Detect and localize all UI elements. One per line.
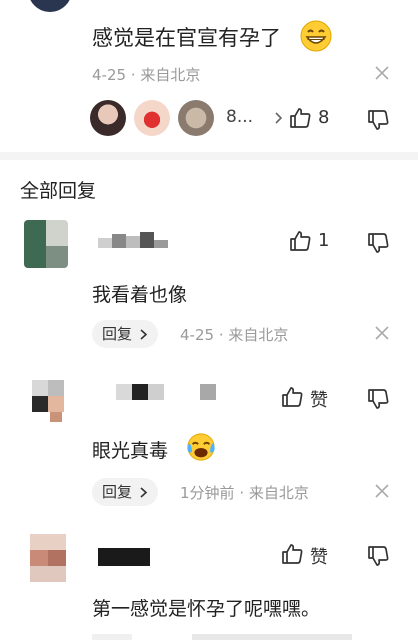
avatar-block: [48, 396, 64, 412]
chevron-right-icon[interactable]: [275, 112, 283, 124]
reactor-more-text: 8...: [226, 107, 254, 127]
chevron-right-icon: [140, 329, 147, 340]
reply-meta: 4-25 · 来自北京: [180, 324, 288, 345]
redact-block: [148, 384, 164, 400]
parent-location: 来自北京: [140, 66, 201, 84]
avatar-block: [50, 412, 62, 422]
parent-like-count-text: 8: [318, 107, 330, 128]
tears-of-joy-icon: [187, 433, 215, 461]
reply-text-content: 我看着也像: [92, 284, 188, 306]
thumbs-up-icon[interactable]: [288, 229, 312, 253]
avatar-block: [48, 380, 64, 396]
reply-location: 来自北京: [248, 484, 309, 502]
chevron-right-icon: [140, 487, 147, 498]
like-label-text: 赞: [310, 547, 328, 568]
avatar-block: [30, 550, 48, 566]
partial-row: [92, 634, 392, 640]
partial-block: [92, 634, 132, 640]
thumbs-down-icon[interactable]: [366, 544, 390, 568]
reply-button-label: 回复: [102, 325, 133, 343]
redact-block: [112, 234, 126, 248]
parent-comment-content: 感觉是在官宣有孕了: [92, 26, 281, 50]
redact-block: [132, 384, 148, 400]
reply-button[interactable]: 回复: [92, 478, 158, 506]
avatar-block: [30, 566, 66, 582]
reactor-avatar-2[interactable]: [134, 100, 170, 136]
redact-block: [154, 240, 168, 248]
grinning-face-icon: [300, 20, 332, 52]
reply-time: 4-25: [180, 326, 215, 344]
reactor-avatar-3[interactable]: [178, 100, 214, 136]
section-title: 全部回复: [20, 176, 96, 203]
parent-meta: 4-25 · 来自北京: [92, 64, 200, 85]
redact-block: [140, 232, 154, 248]
avatar-block: [46, 246, 68, 268]
username-redacted[interactable]: [98, 548, 150, 566]
redact-block: [116, 384, 132, 400]
redact-block: [126, 236, 140, 248]
redact-block: [98, 238, 112, 248]
like-label-text: 赞: [310, 390, 328, 411]
reply-location: 来自北京: [228, 326, 289, 344]
parent-date: 4-25: [92, 66, 127, 84]
reply-text: 第一感觉是怀孕了呢嘿嘿。: [92, 594, 320, 621]
avatar[interactable]: [30, 534, 66, 582]
reply-meta: 1分钟前 · 来自北京: [180, 482, 309, 503]
section-title-text: 全部回复: [20, 180, 97, 202]
avatar-block: [32, 396, 48, 412]
thumbs-down-icon[interactable]: [366, 108, 390, 132]
parent-avatar[interactable]: [28, 0, 72, 12]
avatar-block: [32, 380, 48, 396]
section-divider: [0, 152, 418, 160]
like-label[interactable]: 赞: [310, 386, 328, 412]
username-redacted[interactable]: [98, 232, 174, 248]
reply-like-count: 1: [318, 230, 329, 251]
reply-text: 我看着也像: [92, 280, 187, 307]
reactor-more[interactable]: 8...: [226, 107, 253, 127]
thumbs-up-icon[interactable]: [280, 385, 304, 409]
thumbs-up-icon[interactable]: [288, 106, 312, 130]
reply-button-label: 回复: [102, 483, 133, 501]
parent-like-count: 8: [318, 107, 329, 128]
close-icon[interactable]: [375, 66, 389, 80]
reply-time: 1分钟前: [180, 484, 235, 502]
reactor-avatar-1[interactable]: [90, 100, 126, 136]
avatar[interactable]: [24, 380, 68, 424]
reply-text: 眼光真毒: [92, 436, 168, 463]
parent-comment-text: 感觉是在官宣有孕了: [92, 22, 281, 52]
close-icon[interactable]: [375, 484, 389, 498]
reply-text-content: 眼光真毒: [92, 440, 169, 462]
partial-block: [192, 634, 352, 640]
reply-text-content: 第一感觉是怀孕了呢嘿嘿。: [92, 598, 321, 620]
meta-dot: ·: [218, 326, 229, 344]
reply-button[interactable]: 回复: [92, 320, 158, 348]
avatar-block: [24, 220, 46, 268]
thumbs-down-icon[interactable]: [366, 387, 390, 411]
avatar-block: [30, 534, 66, 550]
avatar[interactable]: [24, 220, 68, 268]
redact-block: [200, 384, 216, 400]
avatar-block: [48, 550, 66, 566]
thumbs-up-icon[interactable]: [280, 542, 304, 566]
thumbs-down-icon[interactable]: [366, 231, 390, 255]
meta-dot: ·: [130, 66, 141, 84]
meta-dot: ·: [239, 484, 249, 502]
username-redacted[interactable]: [116, 384, 220, 400]
like-label[interactable]: 赞: [310, 543, 328, 569]
reply-like-count-text: 1: [318, 230, 330, 251]
close-icon[interactable]: [375, 326, 389, 340]
